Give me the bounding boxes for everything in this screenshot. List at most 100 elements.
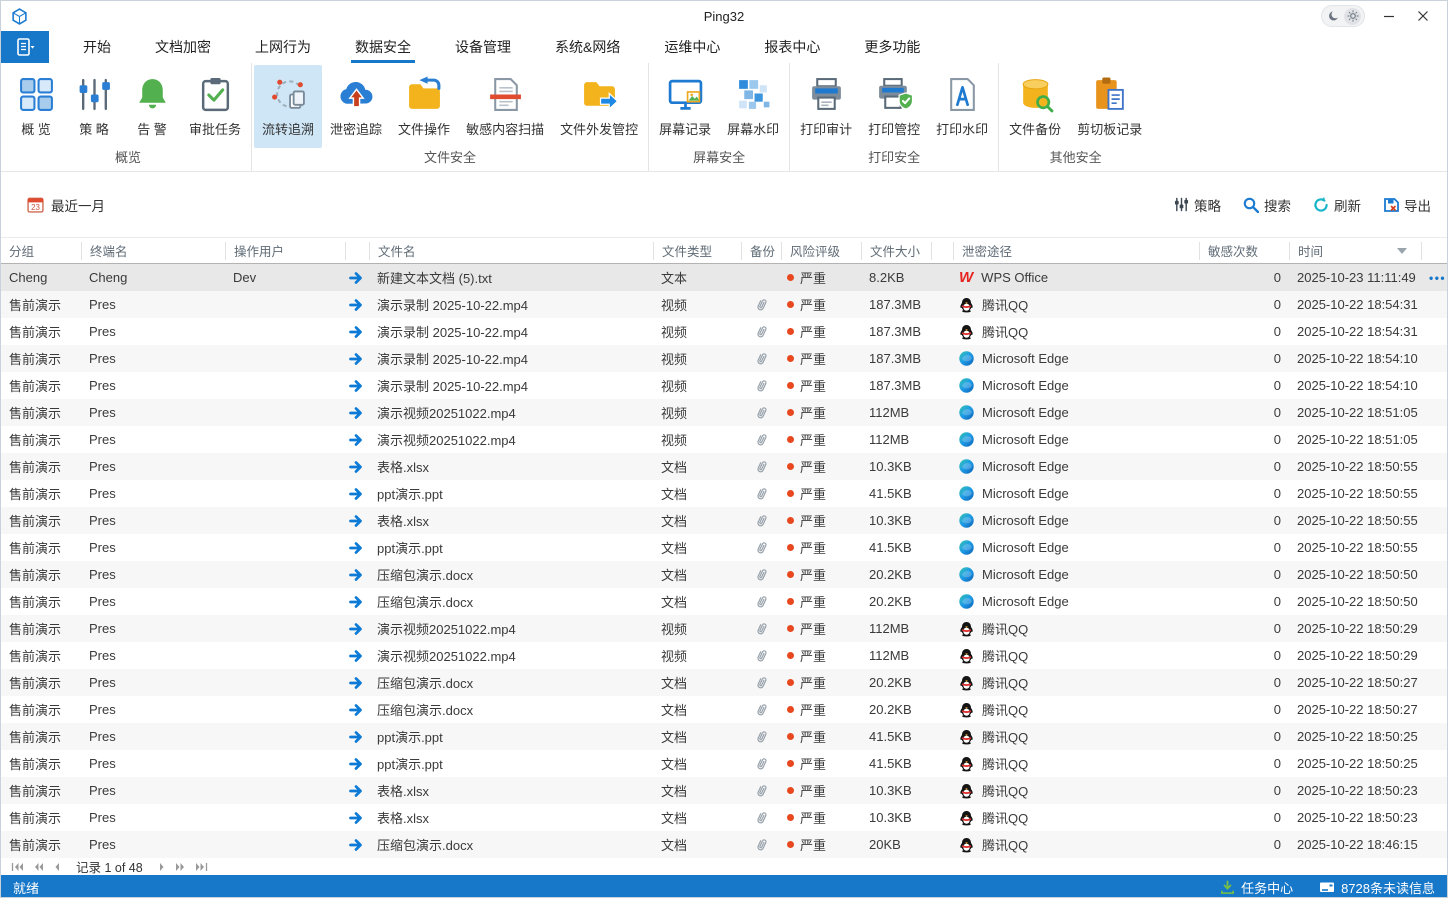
table-row[interactable]: 售前演示 Pres ppt演示.ppt 文档 严重 41.5KB Microsoft Edg… — [1, 534, 1447, 561]
action-search[interactable]: 搜索 — [1243, 195, 1291, 215]
cell-channel: Microsoft Edge — [953, 540, 1199, 555]
risk-label: 严重 — [800, 703, 827, 718]
channel-label: Microsoft Edge — [982, 432, 1069, 447]
column-header[interactable] — [1421, 241, 1447, 260]
table-row[interactable]: 售前演示 Pres 压缩包演示.docx 文档 严重 20KB 腾讯QQ 0 2025-10-2… — [1, 831, 1447, 858]
menu-tab[interactable]: 上网行为 — [233, 31, 333, 63]
cell-group: 售前演示 — [9, 784, 62, 799]
last-page-button[interactable] — [193, 862, 210, 872]
qq-icon — [959, 648, 974, 664]
sun-icon[interactable] — [1344, 7, 1361, 25]
cell-size: 112MB — [869, 621, 910, 636]
table-row[interactable]: 售前演示 Pres 压缩包演示.docx 文档 严重 20.2KB 腾讯QQ 0 2025-10… — [1, 696, 1447, 723]
messages-button[interactable]: 8728条未读信息 — [1319, 878, 1435, 897]
date-range-filter[interactable]: 23 最近一月 — [27, 195, 105, 215]
close-button[interactable] — [1413, 6, 1433, 26]
table-row[interactable]: 售前演示 Pres 表格.xlsx 文档 严重 10.3KB 腾讯QQ 0 2025-10-22… — [1, 777, 1447, 804]
cell-user: Dev — [233, 270, 257, 285]
ribbon-button-printaudit[interactable]: 打印审计 — [792, 65, 860, 148]
cell-group: 售前演示 — [9, 379, 62, 394]
column-header[interactable]: 备份 — [741, 241, 781, 260]
sort-caret-icon[interactable] — [1397, 247, 1407, 254]
column-header[interactable]: 风险评级 — [781, 241, 861, 260]
minimize-button[interactable] — [1379, 6, 1399, 26]
ribbon-button-printwm[interactable]: 打印水印 — [928, 65, 996, 148]
fast-next-button[interactable] — [173, 862, 187, 872]
policy-sm-icon — [1174, 197, 1189, 212]
column-header[interactable]: 文件类型 — [653, 241, 741, 260]
ribbon-button-printctrl[interactable]: 打印管控 — [860, 65, 928, 148]
row-more-button[interactable]: ••• — [1429, 271, 1446, 285]
column-header[interactable]: 时间 — [1289, 241, 1421, 260]
ribbon-button-screenwm[interactable]: 屏幕水印 — [719, 65, 787, 148]
table-row[interactable]: 售前演示 Pres 压缩包演示.docx 文档 严重 20.2KB Microsoft Ed… — [1, 588, 1447, 615]
risk-dot-icon — [787, 517, 794, 524]
menu-tab[interactable]: 系统&网络 — [533, 31, 642, 63]
menu-tab[interactable]: 运维中心 — [642, 31, 742, 63]
column-header[interactable]: 敏感次数 — [1199, 241, 1289, 260]
table-row[interactable]: 售前演示 Pres 演示视频20251022.mp4 视频 严重 112MB 腾讯QQ 0 20… — [1, 615, 1447, 642]
table-row[interactable]: 售前演示 Pres 压缩包演示.docx 文档 严重 20.2KB Microsoft Ed… — [1, 561, 1447, 588]
menu-tab[interactable]: 更多功能 — [842, 31, 942, 63]
table-row[interactable]: 售前演示 Pres 表格.xlsx 文档 严重 10.3KB Microsoft Edge 0… — [1, 453, 1447, 480]
column-header[interactable] — [345, 241, 369, 260]
prev-page-button[interactable] — [52, 862, 62, 872]
menu-tab[interactable]: 文档加密 — [133, 31, 233, 63]
ribbon-button-approval[interactable]: 审批任务 — [181, 65, 249, 148]
risk-dot-icon — [787, 490, 794, 497]
ribbon-button-leak[interactable]: 泄密追踪 — [322, 65, 390, 148]
column-header[interactable]: 文件名 — [369, 241, 653, 260]
menu-tab[interactable]: 数据安全 — [333, 31, 433, 63]
ribbon-button-scan[interactable]: 敏感内容扫描 — [458, 65, 552, 148]
table-row[interactable]: 售前演示 Pres 演示录制 2025-10-22.mp4 视频 严重 187.3MB 腾讯… — [1, 318, 1447, 345]
table-row[interactable]: 售前演示 Pres 演示视频20251022.mp4 视频 严重 112MB 腾讯QQ 0 20… — [1, 642, 1447, 669]
next-page-button[interactable] — [157, 862, 167, 872]
cell-terminal: Pres — [89, 459, 116, 474]
action-refresh[interactable]: 刷新 — [1313, 195, 1361, 215]
ribbon-button-trace[interactable]: 流转追溯 — [254, 65, 323, 149]
ribbon-button-outsend[interactable]: 文件外发管控 — [552, 65, 646, 148]
table-row[interactable]: 售前演示 Pres 演示视频20251022.mp4 视频 严重 112MB Microso… — [1, 426, 1447, 453]
table-row[interactable]: 售前演示 Pres 演示录制 2025-10-22.mp4 视频 严重 187.3MB Mi… — [1, 345, 1447, 372]
table-row[interactable]: 售前演示 Pres 演示录制 2025-10-22.mp4 视频 严重 187.3MB 腾讯… — [1, 291, 1447, 318]
cell-count: 0 — [1273, 270, 1281, 285]
ribbon-button-screenrec[interactable]: 屏幕记录 — [651, 65, 719, 148]
table-row[interactable]: 售前演示 Pres ppt演示.ppt 文档 严重 41.5KB 腾讯QQ 0 2025-10-… — [1, 723, 1447, 750]
table-row[interactable]: 售前演示 Pres 压缩包演示.docx 文档 严重 20.2KB 腾讯QQ 0 2025-10… — [1, 669, 1447, 696]
ribbon-button-fileop[interactable]: 文件操作 — [390, 65, 458, 148]
column-header[interactable]: 操作用户 — [225, 241, 345, 260]
action-export[interactable]: 导出 — [1383, 195, 1431, 215]
table-row[interactable]: 售前演示 Pres 演示视频20251022.mp4 视频 严重 112MB Microso… — [1, 399, 1447, 426]
table-row[interactable]: 售前演示 Pres 表格.xlsx 文档 严重 10.3KB Microsoft Edge 0… — [1, 507, 1447, 534]
column-header[interactable]: 泄密途径 — [953, 241, 1199, 260]
ribbon-button-cliprec[interactable]: 剪切板记录 — [1069, 65, 1150, 148]
ribbon-button-alert[interactable]: 告 警 — [123, 65, 181, 148]
menu-tab[interactable]: 开始 — [61, 31, 133, 63]
theme-toggle[interactable] — [1321, 5, 1365, 27]
column-header[interactable]: 分组 — [1, 242, 81, 260]
qq-icon — [959, 783, 974, 799]
cell-type: 文档 — [661, 568, 688, 583]
column-header[interactable]: 终端名 — [81, 241, 225, 260]
table-row[interactable]: 售前演示 Pres ppt演示.ppt 文档 严重 41.5KB Microsoft Edg… — [1, 480, 1447, 507]
table-row[interactable]: Cheng Cheng Dev 新建文本文档 (5).txt 文本 严重 8.2KB W WPS… — [1, 264, 1447, 291]
column-header[interactable]: 文件大小 — [861, 241, 931, 260]
first-page-button[interactable] — [9, 862, 26, 872]
column-header[interactable] — [931, 241, 953, 260]
table-row[interactable]: 售前演示 Pres 表格.xlsx 文档 严重 10.3KB 腾讯QQ 0 2025-10-22… — [1, 804, 1447, 831]
ribbon-button-backup[interactable]: 文件备份 — [1001, 65, 1069, 148]
moon-icon[interactable] — [1325, 8, 1342, 25]
fast-prev-button[interactable] — [32, 862, 46, 872]
menu-tab[interactable]: 报表中心 — [742, 31, 842, 63]
app-menu-button[interactable] — [1, 31, 49, 63]
task-center-button[interactable]: 任务中心 — [1220, 878, 1293, 897]
menu-tab[interactable]: 设备管理 — [433, 31, 533, 63]
cell-file: ppt演示.ppt — [377, 487, 443, 502]
action-policy-sm[interactable]: 策略 — [1174, 195, 1221, 215]
ribbon-button-policy[interactable]: 策 略 — [65, 65, 123, 148]
table-row[interactable]: 售前演示 Pres ppt演示.ppt 文档 严重 41.5KB 腾讯QQ 0 2025-10-… — [1, 750, 1447, 777]
column-header-label: 文件大小 — [870, 245, 921, 259]
ribbon-button-overview[interactable]: 概 览 — [7, 65, 65, 148]
table-row[interactable]: 售前演示 Pres 演示录制 2025-10-22.mp4 视频 严重 187.3MB Mi… — [1, 372, 1447, 399]
cell-file: 演示录制 2025-10-22.mp4 — [377, 352, 529, 367]
